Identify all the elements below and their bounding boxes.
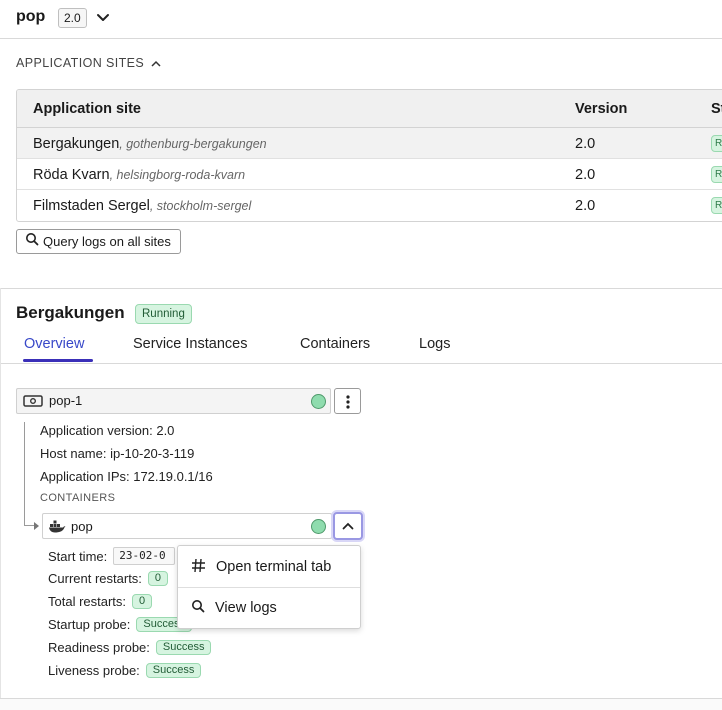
column-header-version: Version [575,101,628,117]
containers-label: CONTAINERS [40,492,116,504]
section-divider [0,288,722,289]
version-badge: 2.0 [58,8,87,28]
instance-actions-button[interactable] [334,388,361,414]
table-row[interactable]: Filmstaden Sergel, stockholm-sergel 2.0 … [17,190,722,221]
chevron-down-icon[interactable] [95,10,111,26]
site-cell: Filmstaden Sergel, stockholm-sergel [33,198,251,214]
query-logs-button[interactable]: Query logs on all sites [16,229,181,254]
terminal-icon [191,558,206,577]
container-actions-menu: Open terminal tab View logs [177,545,361,629]
readiness-probe-row: Readiness probe: Success [48,640,212,655]
app-name: pop [16,8,46,25]
column-header-status: St [711,101,722,117]
top-bar: pop 2.0 [0,0,722,39]
tree-arrow-icon [34,522,39,530]
application-sites-toggle[interactable]: APPLICATION SITES [16,56,161,71]
tab-logs[interactable]: Logs [419,336,450,352]
tab-overview[interactable]: Overview [24,336,84,352]
readiness-probe-label: Readiness probe: [48,640,150,655]
current-restarts-badge: 0 [147,571,169,586]
active-tab-indicator [23,359,93,362]
tree-connector [24,422,25,525]
container-collapse-button[interactable] [333,512,363,540]
site-name: Röda Kvarn [33,167,110,183]
version-cell: 2.0 [575,136,596,152]
site-cell: Röda Kvarn, helsingborg-roda-kvarn [33,167,245,183]
site-title: Bergakungen [16,303,125,322]
menu-item-label: Open terminal tab [216,559,332,575]
total-restarts-label: Total restarts: [48,594,127,609]
container-name: pop [71,519,93,534]
service-instance-header[interactable]: pop-1 [16,388,331,414]
sites-table: Application site Version St Bergakungen,… [16,89,722,222]
readiness-probe-badge: Success [155,640,212,655]
search-icon [191,599,205,617]
menu-item-label: View logs [215,600,277,616]
search-icon [25,230,39,253]
tab-service-instances[interactable]: Service Instances [133,336,247,352]
liveness-probe-label: Liveness probe: [48,663,140,678]
site-slug: , gothenburg-bergakungen [119,137,267,151]
startup-probe-label: Startup probe: [48,617,131,632]
version-cell: 2.0 [575,198,596,214]
host-name: Host name: ip-10-20-3-119 [40,446,195,461]
start-time-label: Start time: [48,548,108,564]
container-header[interactable]: pop [42,513,332,539]
site-name: Filmstaden Sergel [33,198,150,214]
application-ips: Application IPs: 172.19.0.1/16 [40,469,213,484]
status-indicator [311,394,326,409]
instance-name: pop-1 [49,393,83,408]
total-restarts-badge: 0 [132,594,153,609]
startup-probe-row: Startup probe: Success [48,617,192,632]
site-slug: , stockholm-sergel [149,199,252,213]
liveness-probe-badge: Success [145,663,202,678]
table-row[interactable]: Röda Kvarn, helsingborg-roda-kvarn 2.0 R [17,159,722,190]
status-badge: Running [135,304,192,324]
status-indicator [311,519,326,534]
status-badge: R [711,197,722,214]
version-cell: 2.0 [575,167,596,183]
table-row[interactable]: Bergakungen, gothenburg-bergakungen 2.0 … [17,128,722,159]
menu-item-view-logs[interactable]: View logs [178,588,360,628]
application-version: Application version: 2.0 [40,423,175,438]
section-label-text: APPLICATION SITES [16,56,145,70]
status-badge: R [711,135,722,152]
current-restarts-label: Current restarts: [48,571,142,586]
liveness-probe-row: Liveness probe: Success [48,663,202,678]
column-header-site: Application site [33,101,141,117]
table-header: Application site Version St [17,90,722,128]
caret-up-icon [151,57,161,71]
query-logs-label: Query logs on all sites [43,234,171,249]
status-badge: R [711,166,722,183]
site-cell: Bergakungen, gothenburg-bergakungen [33,136,267,152]
panel-edge [0,288,1,700]
tab-bar: Overview Service Instances Containers Lo… [0,330,722,364]
docker-icon [48,519,66,538]
menu-item-open-terminal[interactable]: Open terminal tab [178,547,360,587]
total-restarts-row: Total restarts: 0 [48,594,153,609]
bottom-edge [0,698,722,710]
start-time-value: 23-02-0 [113,547,176,565]
server-icon [23,394,43,413]
current-restarts-row: Current restarts: 0 [48,571,169,586]
site-slug: , helsingborg-roda-kvarn [109,168,246,182]
tab-containers[interactable]: Containers [300,336,370,352]
site-name: Bergakungen [33,136,120,152]
start-time-row: Start time: 23-02-0 [48,547,176,565]
